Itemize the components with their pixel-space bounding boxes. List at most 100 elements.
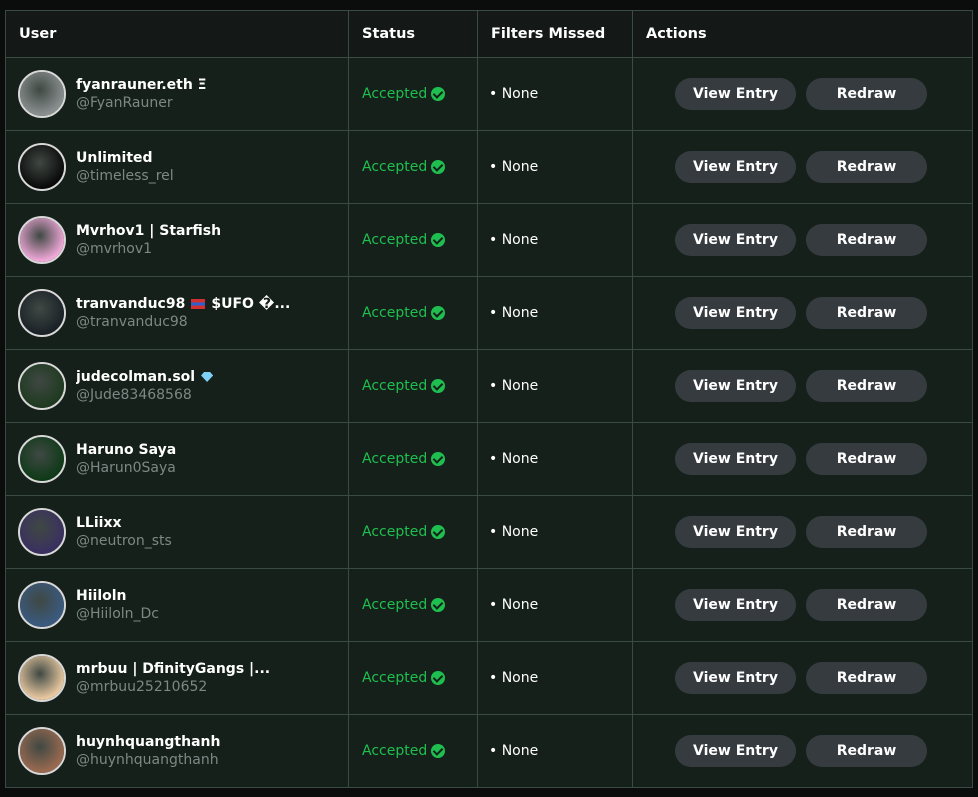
user-handle: @Harun0Saya (76, 460, 176, 476)
filters-missed-cell: • None (477, 495, 633, 569)
check-circle-icon (431, 744, 446, 758)
avatar[interactable] (18, 362, 66, 410)
status-cell: Accepted (348, 276, 478, 350)
avatar-image (20, 218, 64, 262)
check-circle-icon (431, 233, 446, 247)
user-cell: huynhquangthanh @huynhquangthanh (5, 714, 349, 788)
filters-missed-text: • None (489, 743, 539, 759)
view-entry-button[interactable]: View Entry (675, 297, 796, 329)
redraw-button[interactable]: Redraw (806, 151, 927, 183)
filters-missed-text: • None (489, 159, 539, 175)
display-name-suffix: $UFO �... (211, 296, 291, 312)
status-cell: Accepted (348, 568, 478, 642)
avatar[interactable] (18, 143, 66, 191)
status-text: Accepted (362, 305, 428, 321)
actions-cell: View Entry Redraw (632, 495, 973, 569)
view-entry-button[interactable]: View Entry (675, 735, 796, 767)
display-name-text: fyanrauner.eth Ξ (76, 77, 207, 93)
filters-missed-text: • None (489, 305, 539, 321)
avatar[interactable] (18, 70, 66, 118)
check-circle-icon (431, 671, 446, 685)
display-name-text: tranvanduc98 (76, 296, 186, 312)
table-row: fyanrauner.eth Ξ @FyanRauner Accepted • … (5, 57, 973, 131)
check-circle-icon (431, 525, 446, 539)
actions-cell: View Entry Redraw (632, 57, 973, 131)
display-name-text: LLiixx (76, 515, 122, 531)
avatar[interactable] (18, 289, 66, 337)
status-text: Accepted (362, 378, 428, 394)
view-entry-button[interactable]: View Entry (675, 589, 796, 621)
entries-panel: User Status Filters Missed Actions fyanr… (0, 0, 978, 797)
actions-cell: View Entry Redraw (632, 641, 973, 715)
redraw-button[interactable]: Redraw (806, 662, 927, 694)
view-entry-button[interactable]: View Entry (675, 443, 796, 475)
user-cell: fyanrauner.eth Ξ @FyanRauner (5, 57, 349, 131)
user-display-name: mrbuu | DfinityGangs |... (76, 660, 270, 678)
avatar-image (20, 291, 64, 335)
redraw-button[interactable]: Redraw (806, 78, 927, 110)
redraw-button[interactable]: Redraw (806, 370, 927, 402)
view-entry-button[interactable]: View Entry (675, 662, 796, 694)
view-entry-button[interactable]: View Entry (675, 370, 796, 402)
user-handle: @timeless_rel (76, 168, 174, 184)
user-handle: @huynhquangthanh (76, 752, 219, 768)
check-circle-icon (431, 379, 446, 393)
filters-missed-text: • None (489, 451, 539, 467)
avatar[interactable] (18, 435, 66, 483)
avatar[interactable] (18, 508, 66, 556)
actions-cell: View Entry Redraw (632, 130, 973, 204)
column-header-user[interactable]: User (5, 10, 349, 58)
redraw-button[interactable]: Redraw (806, 735, 927, 767)
filters-missed-cell: • None (477, 276, 633, 350)
view-entry-button[interactable]: View Entry (675, 224, 796, 256)
avatar-image (20, 437, 64, 481)
status-text: Accepted (362, 232, 428, 248)
user-handle: @mrbuu25210652 (76, 679, 208, 695)
status-text: Accepted (362, 597, 428, 613)
status-text: Accepted (362, 524, 428, 540)
view-entry-button[interactable]: View Entry (675, 516, 796, 548)
user-cell: LLiixx @neutron_sts (5, 495, 349, 569)
avatar[interactable] (18, 727, 66, 775)
redraw-button[interactable]: Redraw (806, 443, 927, 475)
table-row: Mvrhov1 | Starfish @mvrhov1 Accepted • N… (5, 203, 973, 277)
status-text: Accepted (362, 86, 428, 102)
user-display-name: judecolman.sol (76, 368, 214, 386)
table-row: judecolman.sol @Jude83468568 Accepted • … (5, 349, 973, 423)
status-cell: Accepted (348, 495, 478, 569)
actions-cell: View Entry Redraw (632, 276, 973, 350)
filters-missed-cell: • None (477, 130, 633, 204)
avatar[interactable] (18, 581, 66, 629)
avatar[interactable] (18, 216, 66, 264)
redraw-button[interactable]: Redraw (806, 589, 927, 621)
filters-missed-text: • None (489, 524, 539, 540)
table-row: Hiiloln @Hiiloln_Dc Accepted • None View… (5, 568, 973, 642)
redraw-button[interactable]: Redraw (806, 516, 927, 548)
actions-cell: View Entry Redraw (632, 349, 973, 423)
user-handle: @Jude83468568 (76, 387, 192, 403)
status-cell: Accepted (348, 130, 478, 204)
redraw-button[interactable]: Redraw (806, 297, 927, 329)
table-row: Unlimited @timeless_rel Accepted • None … (5, 130, 973, 204)
check-circle-icon (431, 598, 446, 612)
column-header-status[interactable]: Status (348, 10, 478, 58)
table-row: tranvanduc98 $UFO �... @tranvanduc98 Acce… (5, 276, 973, 350)
column-header-filters-missed[interactable]: Filters Missed (477, 10, 633, 58)
actions-cell: View Entry Redraw (632, 568, 973, 642)
avatar-image (20, 72, 64, 116)
user-cell: judecolman.sol @Jude83468568 (5, 349, 349, 423)
filters-missed-cell: • None (477, 57, 633, 131)
view-entry-button[interactable]: View Entry (675, 78, 796, 110)
status-cell: Accepted (348, 203, 478, 277)
user-handle: @neutron_sts (76, 533, 172, 549)
actions-cell: View Entry Redraw (632, 422, 973, 496)
status-text: Accepted (362, 451, 428, 467)
status-cell: Accepted (348, 641, 478, 715)
filters-missed-text: • None (489, 378, 539, 394)
avatar[interactable] (18, 654, 66, 702)
redraw-button[interactable]: Redraw (806, 224, 927, 256)
display-name-text: Mvrhov1 | Starfish (76, 223, 222, 239)
view-entry-button[interactable]: View Entry (675, 151, 796, 183)
filters-missed-text: • None (489, 597, 539, 613)
avatar-image (20, 729, 64, 773)
